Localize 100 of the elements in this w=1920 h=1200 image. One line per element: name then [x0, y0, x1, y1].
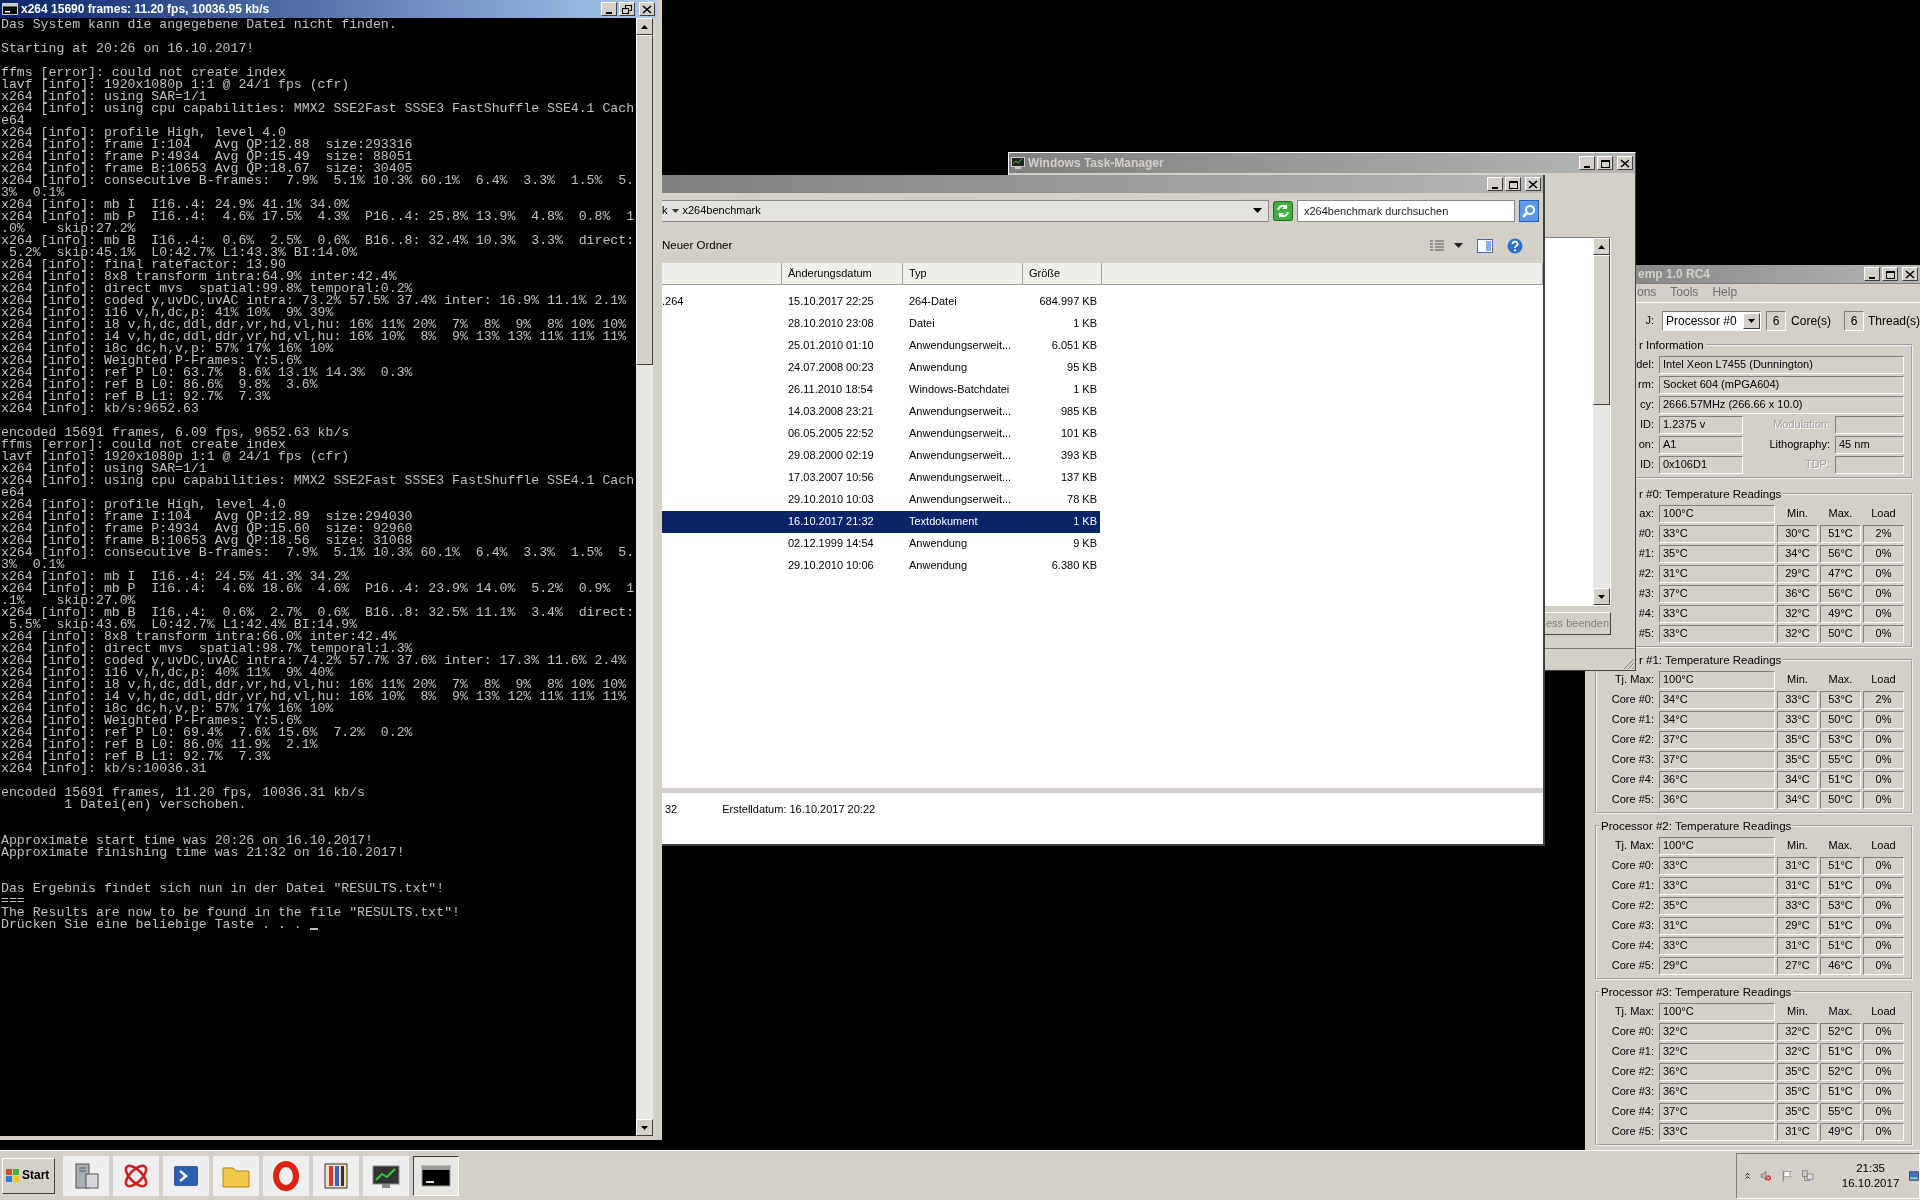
- value-field: 0%: [1863, 625, 1904, 643]
- taskbar-button[interactable]: [363, 1155, 409, 1196]
- scroll-down-button[interactable]: [636, 1119, 653, 1136]
- pane-icon[interactable]: [1477, 238, 1493, 253]
- minimize-button[interactable]: [1579, 156, 1595, 170]
- file-row[interactable]: 29.08.2000 02:19 Anwendungserweit... 393 KB: [662, 445, 1100, 467]
- close-button[interactable]: [1617, 156, 1633, 170]
- file-row[interactable]: 29.10.2010 10:06 Anwendung 6.380 KB: [662, 555, 1100, 577]
- file-row[interactable]: 24.07.2008 00:23 Anwendung 95 KB: [662, 357, 1100, 379]
- value-field: Intel Xeon L7455 (Dunnington): [1659, 356, 1904, 374]
- file-row[interactable]: 14.03.2008 23:21 Anwendungserweit... 985 KB: [662, 401, 1100, 423]
- clock[interactable]: 21:35 16.10.2017: [1841, 1160, 1900, 1191]
- field-label: Core #2:: [1611, 733, 1654, 747]
- file-row[interactable]: 06.05.2005 22:52 Anwendungserweit... 101 KB: [662, 423, 1100, 445]
- breadcrumb-item[interactable]: k: [662, 203, 668, 218]
- maximize-button[interactable]: [1597, 156, 1613, 170]
- value-field: 51°C: [1820, 1083, 1861, 1101]
- search-button[interactable]: [1519, 199, 1539, 222]
- column-header[interactable]: Typ: [903, 263, 1023, 285]
- table-cell: 684.997 KB: [1039, 295, 1097, 309]
- value-field: 33°C: [1659, 625, 1775, 643]
- field-label: Thread(s): [1868, 313, 1920, 329]
- scrollbar-thumb[interactable]: [1593, 255, 1610, 405]
- field-label: Core #1:: [1611, 1045, 1654, 1059]
- column-header[interactable]: Größe: [1023, 263, 1102, 285]
- value-field: 37°C: [1659, 1103, 1775, 1121]
- taskbar-button[interactable]: [413, 1155, 459, 1196]
- table-cell: 29.08.2000 02:19: [788, 449, 874, 462]
- help-icon[interactable]: [1507, 237, 1523, 254]
- scrollbar-thumb[interactable]: [636, 35, 653, 365]
- table-cell: 9 KB: [1073, 537, 1097, 551]
- windows-logo-icon: [6, 1169, 20, 1182]
- field-label: #4:: [1638, 607, 1654, 621]
- value-field: 34°C: [1777, 771, 1818, 789]
- field-label: Core #5:: [1611, 959, 1654, 973]
- value-field: 56°C: [1820, 545, 1861, 563]
- value-field: 51°C: [1820, 525, 1861, 543]
- value-field: 0%: [1863, 857, 1904, 875]
- console-line: encoded 15691 frames, 6.09 fps, 9652.63 kb/s: [1, 427, 350, 439]
- file-row[interactable]: 16.10.2017 21:32 Textdokument 1 KB: [662, 511, 1100, 533]
- new-folder-button[interactable]: Neuer Ordner: [662, 238, 733, 253]
- field-label: Core #0:: [1611, 1025, 1654, 1039]
- group-title: Processor #3: Temperature Readings: [1599, 985, 1794, 999]
- value-field: 50°C: [1820, 711, 1861, 729]
- console-line: x264 [info]: frame I:104 Avg QP:12.88 size:293316: [1, 139, 413, 151]
- file-row[interactable]: 28.10.2010 23:08 Datei 1 KB: [662, 313, 1100, 335]
- show-desktop-icon[interactable]: [1909, 1168, 1919, 1183]
- processor-select[interactable]: Processor #0: [1662, 311, 1762, 331]
- refresh-icon[interactable]: [1273, 200, 1293, 221]
- minimize-button[interactable]: [1864, 267, 1880, 281]
- address-bar[interactable]: k x264benchmark: [662, 199, 1269, 222]
- console-line: lavf [info]: 1920x1080p 1:1 @ 24/1 fps (cfr): [1, 451, 350, 463]
- resize-grip-icon[interactable]: [1623, 658, 1635, 670]
- chevron-icon[interactable]: [671, 208, 679, 213]
- console-line: x264 [info]: i8c dc,h,v,p: 57% 17% 16% 10%: [1, 343, 334, 355]
- taskbar-button[interactable]: [313, 1155, 359, 1196]
- file-row[interactable]: .264 15.10.2017 22:25 264-Datei 684.997 KB: [662, 291, 1100, 313]
- table-cell: 29.10.2010 10:03: [788, 493, 874, 506]
- maximize-icon: [1508, 179, 1518, 189]
- field-label: on:: [1638, 438, 1654, 452]
- menu-item[interactable]: ons: [1637, 285, 1657, 300]
- table-cell: 14.03.2008 23:21: [788, 405, 874, 418]
- value-field: 51°C: [1820, 771, 1861, 789]
- value-field: 50°C: [1820, 791, 1861, 809]
- value-field: 36°C: [1659, 1063, 1775, 1081]
- minimize-button[interactable]: [601, 2, 617, 16]
- column-header: Min.: [1787, 839, 1808, 853]
- minimize-button[interactable]: [1487, 177, 1503, 191]
- column-header: Min.: [1787, 1005, 1808, 1019]
- maximize-button[interactable]: [1882, 267, 1898, 281]
- value-field: 36°C: [1659, 771, 1775, 789]
- table-cell: Anwendungserweit...: [909, 471, 1012, 484]
- file-row[interactable]: 29.10.2010 10:03 Anwendungserweit... 78 KB: [662, 489, 1100, 511]
- table-cell: 24.07.2008 00:23: [788, 361, 874, 374]
- maximize-button[interactable]: [1505, 177, 1521, 191]
- close-button[interactable]: [1902, 267, 1918, 281]
- caret-icon[interactable]: [1454, 243, 1463, 248]
- scroll-down-button[interactable]: [1593, 588, 1610, 605]
- scroll-up-button[interactable]: [1593, 238, 1610, 255]
- close-button[interactable]: [639, 2, 655, 16]
- scroll-up-button[interactable]: [636, 18, 653, 35]
- file-row[interactable]: 25.01.2010 01:10 Anwendungserweit... 6.051 KB: [662, 335, 1100, 357]
- dropdown-button[interactable]: [1743, 313, 1761, 329]
- value-field: 100°C: [1659, 1003, 1775, 1021]
- minimize-icon: [1869, 276, 1875, 279]
- column-header[interactable]: Änderungsdatum: [782, 263, 903, 285]
- breadcrumb-item[interactable]: x264benchmark: [682, 203, 761, 218]
- file-row[interactable]: 26.11.2010 18:54 Windows-Batchdatei 1 KB: [662, 379, 1100, 401]
- search-field[interactable]: x264benchmark durchsuchen: [1297, 199, 1515, 222]
- close-button[interactable]: [1525, 177, 1541, 191]
- console-line: x264 [info]: consecutive B-frames: 7.9% 5.1% 10.3% 60.1% 6.4% 3.3% 1.5% 5.: [1, 547, 635, 559]
- restore-button[interactable]: [619, 2, 635, 16]
- file-row[interactable]: 17.03.2007 10:56 Anwendungserweit... 137 KB: [662, 467, 1100, 489]
- start-button[interactable]: Start: [2, 1157, 55, 1194]
- chevron-icon[interactable]: [1745, 1170, 1751, 1181]
- value-field: 35°C: [1777, 1103, 1818, 1121]
- dropdown-icon[interactable]: [1253, 208, 1262, 213]
- file-row[interactable]: 02.12.1999 14:54 Anwendung 9 KB: [662, 533, 1100, 555]
- value-field: 0%: [1863, 1123, 1904, 1141]
- value-field: 53°C: [1820, 691, 1861, 709]
